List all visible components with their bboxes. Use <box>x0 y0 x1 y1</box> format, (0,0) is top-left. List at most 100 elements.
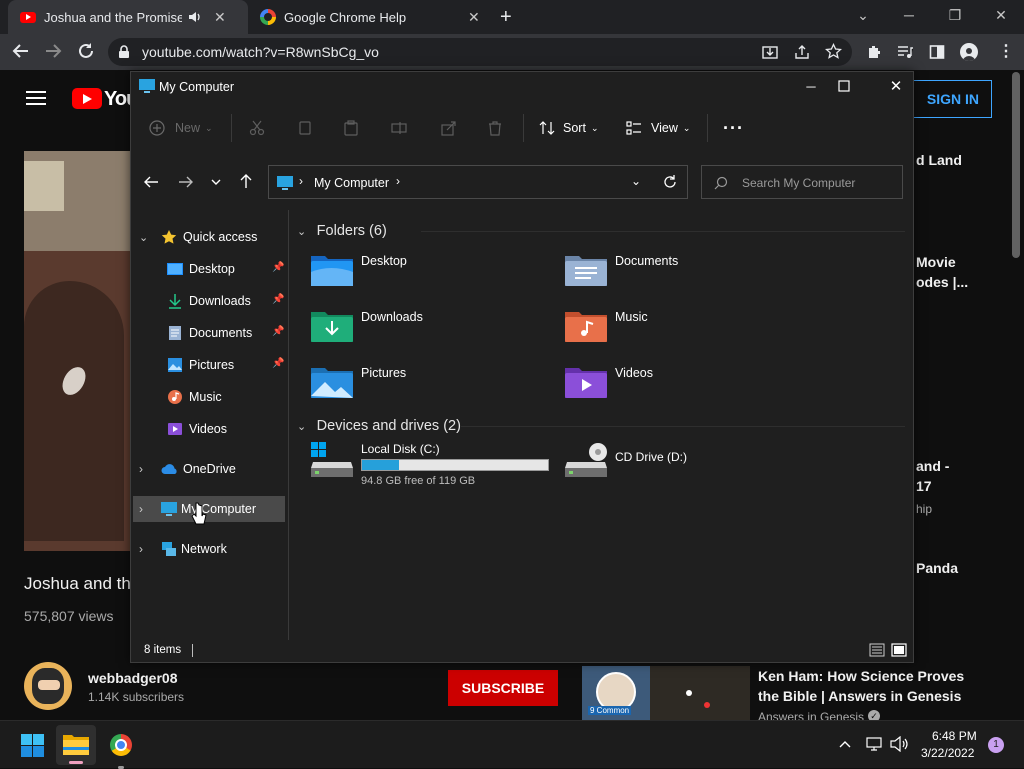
volume-icon[interactable] <box>890 736 908 752</box>
pin-icon[interactable]: 📌 <box>272 262 284 273</box>
sidebar-video-title[interactable]: Movie <box>916 254 956 270</box>
nav-onedrive[interactable]: › OneDrive <box>139 454 236 484</box>
folder-pictures[interactable]: Pictures <box>311 364 406 398</box>
side-panel-icon[interactable] <box>929 44 945 60</box>
recent-locations-icon[interactable] <box>209 174 223 190</box>
nav-desktop[interactable]: Desktop <box>167 254 235 284</box>
pane-divider[interactable] <box>288 210 289 640</box>
chevron-right-icon[interactable]: › <box>139 462 153 476</box>
reload-icon[interactable] <box>77 42 95 60</box>
page-scrollbar[interactable] <box>1012 72 1020 258</box>
up-arrow-icon[interactable] <box>238 173 254 189</box>
pin-icon[interactable]: 📌 <box>272 326 284 337</box>
large-icons-view-icon[interactable] <box>891 642 907 658</box>
more-options-icon[interactable]: ··· <box>723 118 744 139</box>
start-button-icon[interactable] <box>21 734 44 757</box>
sort-button[interactable]: Sort ⌄ <box>539 120 598 136</box>
breadcrumb-separator-icon[interactable]: › <box>396 174 400 188</box>
close-tab-icon[interactable]: ✕ <box>468 9 480 26</box>
chevron-down-icon[interactable]: ⌄ <box>297 226 306 238</box>
tab-search-icon[interactable]: ⌄ <box>840 0 886 30</box>
folder-videos[interactable]: Videos <box>565 364 653 398</box>
sidebar-video-title[interactable]: and - <box>916 458 949 474</box>
profile-avatar-icon[interactable] <box>960 43 978 61</box>
chrome-menu-icon[interactable]: ⋮ <box>998 44 1014 60</box>
media-control-icon[interactable] <box>897 44 913 60</box>
back-icon[interactable] <box>12 42 30 60</box>
file-explorer-taskbar-button[interactable] <box>56 725 96 765</box>
clock-time[interactable]: 6:48 PM <box>932 729 977 743</box>
drive-local-c[interactable]: Local Disk (C:) 94.8 GB free of 119 GB <box>311 442 551 492</box>
folder-music[interactable]: Music <box>565 308 648 342</box>
tab-chrome-help[interactable]: Google Chrome Help ✕ <box>250 0 490 34</box>
rename-icon[interactable] <box>391 120 407 136</box>
search-box[interactable]: Search My Computer <box>701 165 903 199</box>
install-app-icon[interactable] <box>762 44 778 60</box>
new-tab-icon[interactable]: + <box>500 6 512 29</box>
nav-downloads[interactable]: Downloads <box>167 286 251 316</box>
nav-videos[interactable]: Videos <box>167 414 227 444</box>
channel-avatar[interactable] <box>24 662 72 710</box>
refresh-icon[interactable] <box>663 175 677 189</box>
sidebar-video-title[interactable]: 17 <box>916 478 932 494</box>
new-button[interactable]: New ⌄ <box>149 120 213 136</box>
video-player[interactable] <box>24 151 134 551</box>
bookmark-star-icon[interactable] <box>825 43 842 60</box>
subscribe-button[interactable]: SUBSCRIBE <box>448 670 558 706</box>
share-icon[interactable] <box>794 44 810 60</box>
cut-icon[interactable] <box>249 120 265 136</box>
sidebar-video-title[interactable]: d Land <box>916 152 962 168</box>
chevron-down-icon[interactable]: ⌄ <box>139 231 153 244</box>
show-hidden-icons-icon[interactable] <box>838 737 852 751</box>
drive-cd-d[interactable]: CD Drive (D:) <box>565 442 765 482</box>
address-bar[interactable]: › My Computer › ⌄ <box>268 165 688 199</box>
address-bar[interactable]: youtube.com/watch?v=R8wnSbCg_vo <box>108 38 852 66</box>
minimize-browser-icon[interactable]: ─ <box>886 0 932 30</box>
drives-header[interactable]: ⌄ Devices and drives (2) <box>297 417 461 435</box>
paste-icon[interactable] <box>343 120 359 136</box>
sidebar-video-title[interactable]: Panda <box>916 560 958 576</box>
hamburger-menu-icon[interactable] <box>26 90 46 106</box>
recommended-title[interactable]: Ken Ham: How Science Proves the Bible | … <box>758 666 968 706</box>
breadcrumb-separator-icon[interactable]: › <box>299 174 303 188</box>
forward-icon[interactable] <box>44 42 62 60</box>
nav-documents[interactable]: Documents <box>167 318 252 348</box>
close-tab-icon[interactable]: ✕ <box>214 9 226 26</box>
extensions-icon[interactable] <box>866 44 882 60</box>
chevron-right-icon[interactable]: › <box>139 502 153 516</box>
sidebar-video-title[interactable]: odes |... <box>916 274 968 290</box>
pin-icon[interactable]: 📌 <box>272 358 284 369</box>
folders-header[interactable]: ⌄ Folders (6) <box>297 222 387 240</box>
delete-icon[interactable] <box>487 120 503 136</box>
audio-playing-icon[interactable] <box>188 11 202 23</box>
tab-youtube[interactable]: Joshua and the Promised Land ✕ <box>8 0 248 34</box>
folder-documents[interactable]: Documents <box>565 252 678 286</box>
forward-arrow-icon[interactable] <box>178 174 194 190</box>
chevron-right-icon[interactable]: › <box>139 542 153 556</box>
pin-icon[interactable]: 📌 <box>272 294 284 305</box>
restore-browser-icon[interactable]: ❐ <box>932 0 978 30</box>
back-arrow-icon[interactable] <box>143 174 159 190</box>
copy-icon[interactable] <box>297 120 313 136</box>
lock-icon[interactable] <box>118 45 130 59</box>
address-dropdown-icon[interactable]: ⌄ <box>631 174 641 188</box>
nav-quick-access[interactable]: ⌄ Quick access <box>139 222 257 252</box>
folder-desktop[interactable]: Desktop <box>311 252 407 286</box>
channel-name[interactable]: webbadger08 <box>88 670 177 686</box>
maximize-window-icon[interactable] <box>835 77 853 95</box>
youtube-logo-icon[interactable] <box>72 88 102 109</box>
network-status-icon[interactable] <box>866 736 882 752</box>
clock-date[interactable]: 3/22/2022 <box>921 746 974 760</box>
close-browser-icon[interactable]: ✕ <box>978 0 1024 30</box>
nav-network[interactable]: › Network <box>139 534 227 564</box>
share-icon[interactable] <box>441 120 457 136</box>
close-window-icon[interactable]: ✕ <box>876 72 916 100</box>
breadcrumb-my-computer[interactable]: My Computer <box>314 176 389 190</box>
nav-music[interactable]: Music <box>167 382 222 412</box>
chrome-taskbar-icon[interactable] <box>110 734 132 769</box>
recommended-thumbnail[interactable]: 9 Common <box>582 666 750 720</box>
view-button[interactable]: View ⌄ <box>626 120 690 136</box>
chevron-down-icon[interactable]: ⌄ <box>297 421 306 433</box>
minimize-window-icon[interactable]: ─ <box>791 72 831 100</box>
folder-downloads[interactable]: Downloads <box>311 308 423 342</box>
